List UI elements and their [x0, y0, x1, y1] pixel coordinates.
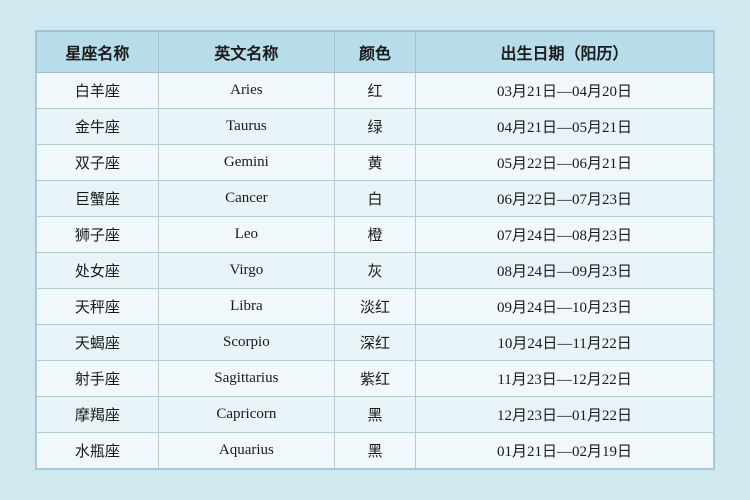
cell-date: 07月24日—08月23日: [416, 217, 714, 253]
cell-english: Aquarius: [158, 433, 334, 469]
cell-chinese: 天蝎座: [37, 325, 159, 361]
zodiac-table-container: 星座名称 英文名称 颜色 出生日期（阳历） 白羊座Aries红03月21日—04…: [35, 30, 715, 470]
cell-chinese: 双子座: [37, 145, 159, 181]
cell-english: Cancer: [158, 181, 334, 217]
cell-english: Scorpio: [158, 325, 334, 361]
cell-date: 01月21日—02月19日: [416, 433, 714, 469]
cell-chinese: 狮子座: [37, 217, 159, 253]
table-row: 射手座Sagittarius紫红11月23日—12月22日: [37, 361, 714, 397]
cell-color: 淡红: [334, 289, 415, 325]
cell-english: Capricorn: [158, 397, 334, 433]
cell-date: 05月22日—06月21日: [416, 145, 714, 181]
table-row: 水瓶座Aquarius黑01月21日—02月19日: [37, 433, 714, 469]
cell-english: Taurus: [158, 109, 334, 145]
header-english: 英文名称: [158, 32, 334, 73]
cell-chinese: 射手座: [37, 361, 159, 397]
cell-english: Aries: [158, 73, 334, 109]
table-row: 狮子座Leo橙07月24日—08月23日: [37, 217, 714, 253]
header-color: 颜色: [334, 32, 415, 73]
header-chinese: 星座名称: [37, 32, 159, 73]
table-row: 巨蟹座Cancer白06月22日—07月23日: [37, 181, 714, 217]
cell-color: 白: [334, 181, 415, 217]
header-date: 出生日期（阳历）: [416, 32, 714, 73]
cell-chinese: 处女座: [37, 253, 159, 289]
cell-english: Sagittarius: [158, 361, 334, 397]
cell-color: 深红: [334, 325, 415, 361]
cell-date: 10月24日—11月22日: [416, 325, 714, 361]
table-row: 处女座Virgo灰08月24日—09月23日: [37, 253, 714, 289]
table-row: 双子座Gemini黄05月22日—06月21日: [37, 145, 714, 181]
cell-color: 灰: [334, 253, 415, 289]
cell-color: 绿: [334, 109, 415, 145]
cell-english: Gemini: [158, 145, 334, 181]
cell-english: Libra: [158, 289, 334, 325]
cell-date: 04月21日—05月21日: [416, 109, 714, 145]
cell-color: 黑: [334, 433, 415, 469]
cell-chinese: 金牛座: [37, 109, 159, 145]
cell-date: 11月23日—12月22日: [416, 361, 714, 397]
cell-color: 橙: [334, 217, 415, 253]
table-row: 天秤座Libra淡红09月24日—10月23日: [37, 289, 714, 325]
cell-chinese: 白羊座: [37, 73, 159, 109]
cell-date: 08月24日—09月23日: [416, 253, 714, 289]
cell-date: 12月23日—01月22日: [416, 397, 714, 433]
zodiac-table: 星座名称 英文名称 颜色 出生日期（阳历） 白羊座Aries红03月21日—04…: [36, 31, 714, 469]
cell-date: 09月24日—10月23日: [416, 289, 714, 325]
cell-chinese: 摩羯座: [37, 397, 159, 433]
cell-date: 03月21日—04月20日: [416, 73, 714, 109]
cell-chinese: 水瓶座: [37, 433, 159, 469]
cell-english: Virgo: [158, 253, 334, 289]
cell-english: Leo: [158, 217, 334, 253]
table-row: 天蝎座Scorpio深红10月24日—11月22日: [37, 325, 714, 361]
cell-color: 黄: [334, 145, 415, 181]
cell-color: 红: [334, 73, 415, 109]
cell-color: 紫红: [334, 361, 415, 397]
table-row: 金牛座Taurus绿04月21日—05月21日: [37, 109, 714, 145]
cell-chinese: 巨蟹座: [37, 181, 159, 217]
table-row: 白羊座Aries红03月21日—04月20日: [37, 73, 714, 109]
table-header-row: 星座名称 英文名称 颜色 出生日期（阳历）: [37, 32, 714, 73]
cell-date: 06月22日—07月23日: [416, 181, 714, 217]
cell-chinese: 天秤座: [37, 289, 159, 325]
table-row: 摩羯座Capricorn黑12月23日—01月22日: [37, 397, 714, 433]
cell-color: 黑: [334, 397, 415, 433]
